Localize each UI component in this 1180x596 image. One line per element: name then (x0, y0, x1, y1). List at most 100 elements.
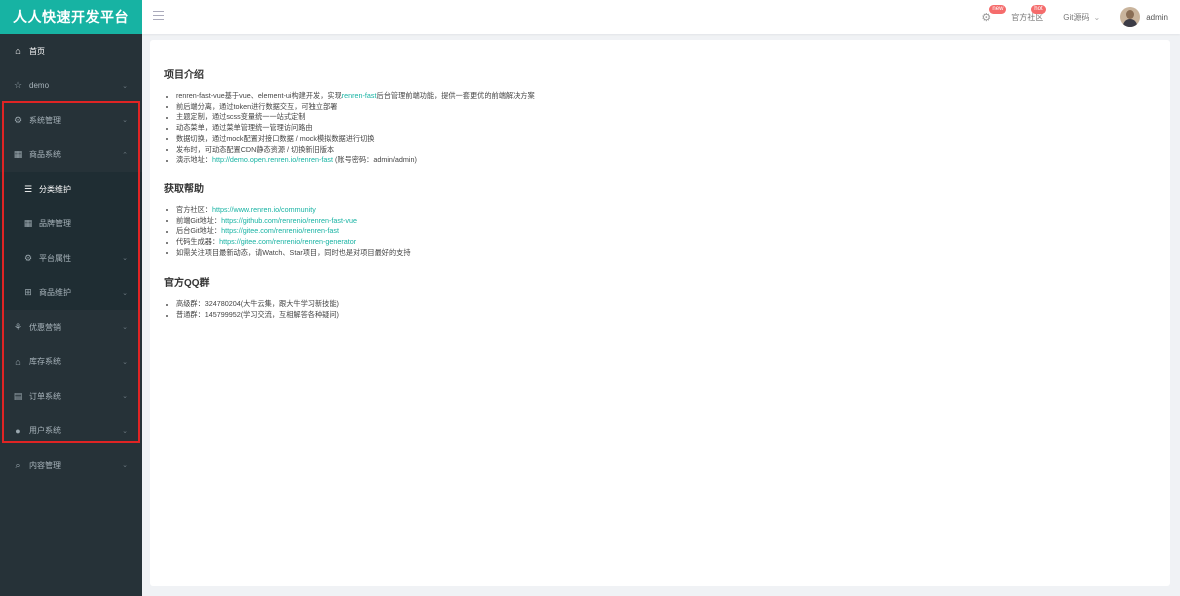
settings-icon: ⚙ (23, 252, 33, 263)
sidebar-item-label: 分类维护 (39, 184, 71, 194)
git-label: Git源码 (1063, 12, 1090, 22)
list-item: 数据切换，通过mock配置对接口数据 / mock模拟数据进行切换 (166, 134, 1156, 145)
chevron-down-icon: ⌄ (122, 117, 128, 125)
item-link[interactable]: https://github.com/renrenio/renren-fast-… (221, 216, 357, 225)
qq-list: 高级群：324780204(大牛云集，跟大牛学习新技能) 普通群：14579995… (164, 299, 1156, 320)
item-text: 普通群：145799952(学习交流，互相解答各种疑问) (176, 310, 339, 320)
item-text: 发布时，可动态配置CDN静态资源 / 切换新旧版本 (176, 144, 335, 154)
star-icon: ☆ (13, 80, 23, 91)
list-item: 发布时，可动态配置CDN静态资源 / 切换新旧版本 (166, 144, 1156, 156)
item-link[interactable]: https://gitee.com/renrenio/renren-genera… (219, 237, 356, 246)
chevron-down-icon: ⌄ (1093, 12, 1101, 22)
avatar (1120, 7, 1141, 27)
chevron-down-icon: ⌄ (122, 289, 128, 297)
sidebar-item[interactable]: ⚙ 平台属性 ⌄ (0, 241, 142, 276)
list-item: 官方社区：https://www.renren.io/community (166, 204, 1156, 216)
list-item: 普通群：145799952(学习交流，互相解答各种疑问) (166, 310, 1156, 321)
chevron-down-icon: ⌄ (122, 324, 128, 332)
top-navbar: 人人快速开发平台 ⚙ new 官方社区 hot Git源码 ⌄ admin (0, 0, 1180, 34)
sidebar-item-label: 优惠营销 (29, 322, 61, 332)
sidebar-item[interactable]: ⚘ 优惠营销 ⌄ (0, 310, 142, 345)
section-title-qq: 官方QQ群 (164, 278, 210, 290)
section-title-intro: 项目介绍 (164, 70, 204, 81)
sidebar-item-label: 商品系统 (29, 150, 61, 160)
item-text: 演示地址： (176, 155, 212, 165)
item-link[interactable]: https://gitee.com/renrenio/renren-fast (221, 226, 339, 235)
main-content: 项目介绍 renren-fast-vue基于vue、element-ui构建开发… (150, 40, 1170, 586)
grid-icon: ⊞ (24, 287, 32, 298)
user-icon: ● (15, 425, 21, 436)
item-text: 后台Git地址： (176, 226, 222, 236)
item-text: 代码生成器： (176, 237, 220, 247)
sidebar-item-label: 商品维护 (39, 288, 71, 298)
item-text-suffix: (账号密码：admin/admin) (333, 155, 417, 165)
chevron-down-icon: ⌄ (122, 462, 128, 470)
sidebar-item[interactable]: ⌂ 首页 (0, 34, 142, 69)
sidebar-item[interactable]: ● 用户系统 ⌄ (0, 414, 142, 449)
sidebar-item-label: 内容管理 (29, 460, 61, 470)
menu-toggle-icon[interactable] (153, 11, 164, 21)
theme-settings-button[interactable]: ⚙ new (971, 0, 1007, 34)
sidebar-item-label: 首页 (29, 46, 45, 56)
item-text: 如需关注项目最新动态，请Watch、Star项目，同时也是对项目最好的支持 (176, 247, 411, 257)
sidebar-item[interactable]: ⌕ 内容管理 ⌄ (0, 448, 142, 483)
list-item: 如需关注项目最新动态，请Watch、Star项目，同时也是对项目最好的支持 (166, 247, 1156, 259)
coupon-icon: ⚘ (13, 321, 23, 332)
sidebar-item[interactable]: ☰ 分类维护 (0, 172, 142, 207)
item-text: 前端Git地址： (176, 215, 222, 225)
sidebar-item[interactable]: ⌂ 库存系统 ⌄ (0, 345, 142, 380)
brand-logo[interactable]: 人人快速开发平台 (0, 0, 142, 34)
item-link[interactable]: renren-fast (342, 91, 377, 100)
list-icon: ☰ (23, 183, 33, 194)
sidebar-item-label: 库存系统 (29, 357, 61, 367)
grid-icon: ▦ (13, 149, 23, 160)
section-title-help: 获取帮助 (164, 183, 204, 195)
home-icon: ⌂ (15, 46, 21, 57)
chevron-down-icon: ⌄ (122, 427, 128, 435)
help-list: 官方社区：https://www.renren.io/community 前端Gi… (164, 205, 1156, 259)
list-item: 前端Git地址：https://github.com/renrenio/renr… (166, 215, 1156, 227)
chevron-up-icon: ⌃ (122, 151, 128, 159)
list-item: 主题定制，通过scss变量统一一站式定制 (166, 112, 1156, 123)
item-text: 前后端分离，通过token进行数据交互，可独立部署 (176, 101, 338, 111)
sidebar-item-label: 平台属性 (39, 253, 71, 263)
sidebar-item[interactable]: ☆ demo ⌄ (0, 69, 142, 104)
settings-icon: ⚙ (13, 114, 23, 125)
git-source-dropdown[interactable]: Git源码 ⌄ (1053, 0, 1110, 34)
item-text: renren-fast-vue基于vue、element-ui构建开发，实现 (176, 91, 342, 100)
list-item: 高级群：324780204(大牛云集，跟大牛学习新技能) (166, 299, 1156, 310)
community-link[interactable]: 官方社区 hot (1001, 0, 1053, 34)
list-item: 代码生成器：https://gitee.com/renrenio/renren-… (166, 237, 1156, 248)
sidebar-item-label: 系统管理 (29, 115, 61, 125)
sidebar-item[interactable]: ⊞ 商品维护 ⌄ (0, 275, 142, 310)
item-text: 动态菜单，通过菜单管理统一管理访问路由 (176, 123, 313, 133)
item-text-suffix: 后台管理前端功能，提供一套更优的前端解决方案 (376, 91, 535, 100)
sidebar-item-label: 用户系统 (29, 426, 61, 436)
item-text: 高级群：324780204(大牛云集，跟大牛学习新技能) (176, 299, 339, 309)
sidebar-item[interactable]: ▦ 品牌管理 (0, 206, 142, 241)
item-text: 主题定制，通过scss变量统一一站式定制 (176, 112, 306, 122)
chevron-down-icon: ⌄ (122, 255, 128, 263)
list-item: renren-fast-vue基于vue、element-ui构建开发，实现re… (166, 91, 1156, 102)
list-item: 后台Git地址：https://gitee.com/renrenio/renre… (166, 226, 1156, 237)
order-icon: ▤ (13, 390, 23, 401)
sidebar-menu: ⌂ 首页 ☆ demo ⌄ ⚙ 系统管理 ⌄ ▦ 商品系统 ⌃ ☰ 分类维护 ▦ 品牌管理 ⚙ 平台属性 ⌄ ⊞ 商品… (0, 34, 142, 483)
sidebar-item[interactable]: ▦ 商品系统 ⌃ (0, 138, 142, 173)
hot-badge: hot (1031, 5, 1046, 14)
chevron-down-icon: ⌄ (122, 82, 128, 90)
search-icon: ⌕ (15, 459, 21, 470)
item-text: 官方社区： (176, 204, 212, 214)
item-link[interactable]: http://demo.open.renren.io/renren-fast (212, 155, 333, 164)
list-item: 动态菜单，通过菜单管理统一管理访问路由 (166, 123, 1156, 134)
chevron-down-icon: ⌄ (122, 393, 128, 401)
sidebar: ⌂ 首页 ☆ demo ⌄ ⚙ 系统管理 ⌄ ▦ 商品系统 ⌃ ☰ 分类维护 ▦ 品牌管理 ⚙ 平台属性 ⌄ ⊞ 商品… (0, 34, 142, 596)
sidebar-item-label: 品牌管理 (39, 219, 71, 229)
sidebar-item-label: 订单系统 (29, 391, 61, 401)
list-item: 前后端分离，通过token进行数据交互，可独立部署 (166, 101, 1156, 113)
item-link[interactable]: https://www.renren.io/community (212, 205, 316, 214)
warehouse-icon: ⌂ (15, 356, 21, 367)
sidebar-item[interactable]: ⚙ 系统管理 ⌄ (0, 103, 142, 138)
user-menu[interactable]: admin (1110, 0, 1180, 34)
navbar-right: ⚙ new 官方社区 hot Git源码 ⌄ admin (971, 0, 1180, 34)
sidebar-item[interactable]: ▤ 订单系统 ⌄ (0, 379, 142, 414)
